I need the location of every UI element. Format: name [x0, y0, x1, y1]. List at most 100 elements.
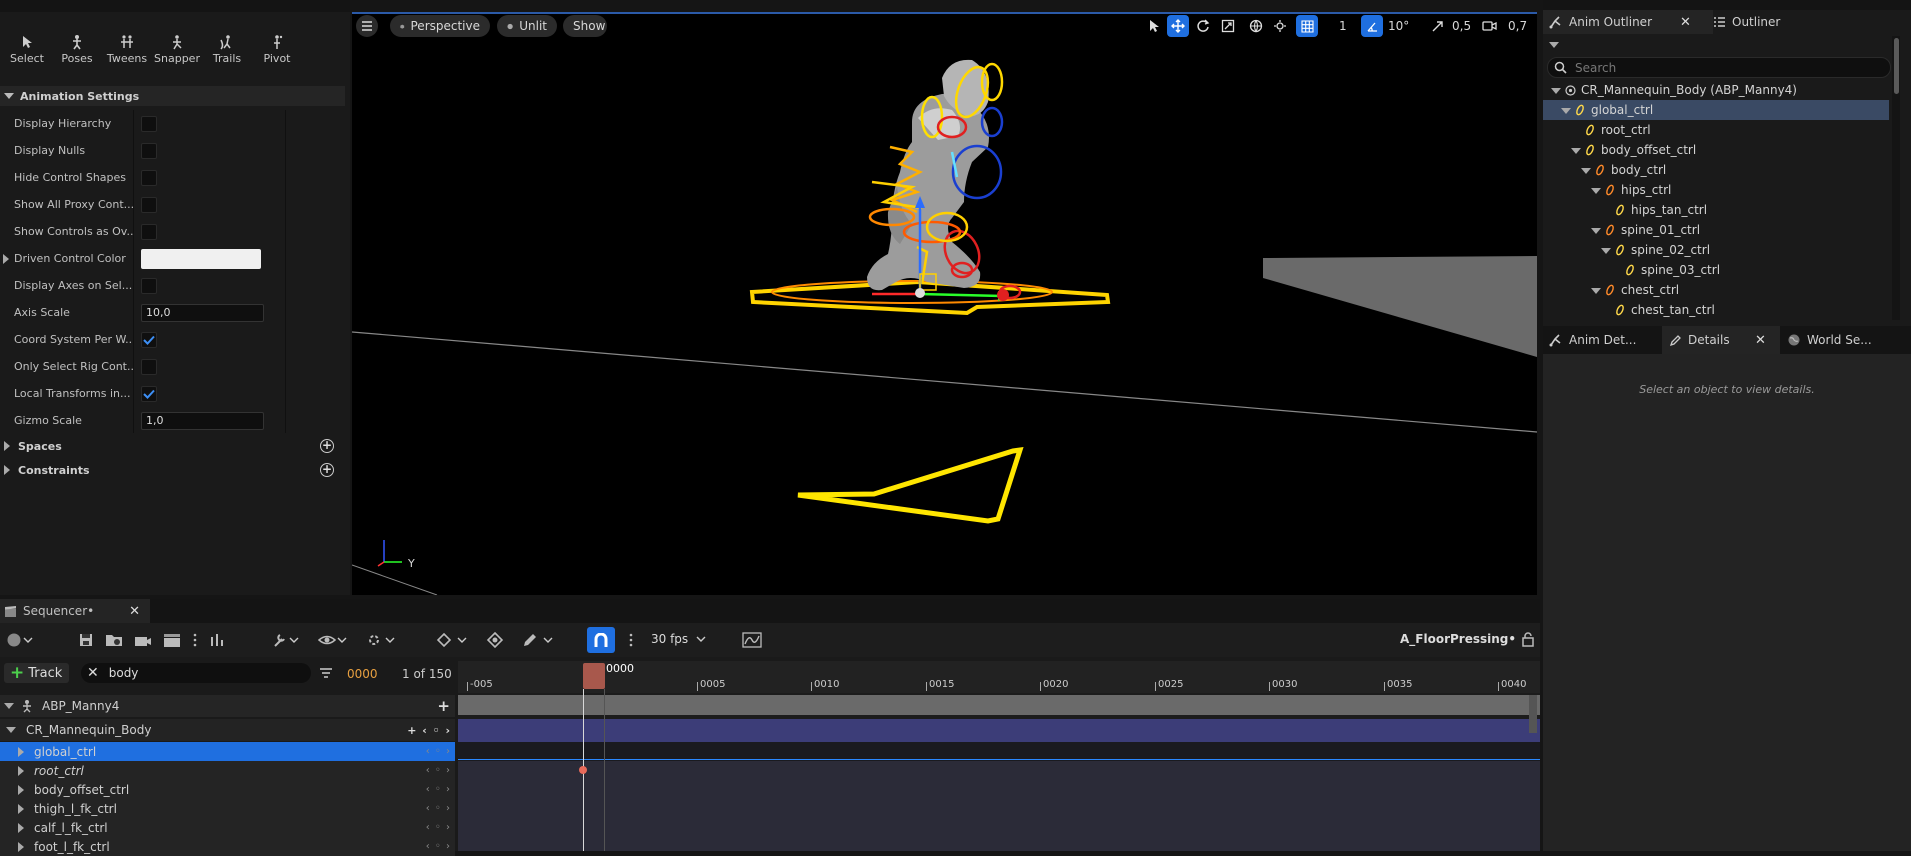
clear-filter-icon[interactable]: ✕: [87, 665, 99, 681]
setting-checkbox[interactable]: [141, 196, 157, 213]
add-track-button[interactable]: + Track: [4, 663, 69, 683]
outliner-item[interactable]: spine_03_ctrl: [1543, 260, 1889, 280]
track-row[interactable]: CR_Mannequin_Body + ‹ ◦ ›: [0, 719, 455, 741]
setting-checkbox[interactable]: [141, 115, 157, 132]
track-row[interactable]: ABP_Manny4 +: [0, 695, 455, 717]
track-row[interactable]: global_ctrl ‹ ◦ ›: [0, 742, 455, 761]
setting-checkbox[interactable]: [141, 358, 157, 375]
show-dropdown[interactable]: Show: [563, 15, 607, 37]
browse-folder-icon[interactable]: [105, 632, 123, 648]
add-space-button[interactable]: +: [320, 439, 334, 453]
track-row[interactable]: calf_l_fk_ctrl ‹ ◦ ›: [0, 818, 455, 837]
grid-snap-button[interactable]: [1296, 15, 1318, 37]
rig-section-bar[interactable]: [458, 719, 1540, 742]
outliner-item[interactable]: spine_01_ctrl: [1543, 220, 1889, 240]
expand-arrow-icon[interactable]: [18, 822, 24, 833]
lock-icon[interactable]: [1522, 632, 1534, 647]
track-row[interactable]: body_offset_ctrl ‹ ◦ ›: [0, 780, 455, 799]
clapboard-icon[interactable]: [163, 632, 181, 648]
expand-arrow-icon[interactable]: [4, 703, 14, 709]
key-diamond-icon[interactable]: [436, 632, 468, 648]
expand-toggle[interactable]: [1591, 183, 1605, 197]
visibility-eye-icon[interactable]: [318, 632, 348, 648]
add-to-track-button[interactable]: +: [437, 697, 451, 715]
expand-toggle[interactable]: [1571, 143, 1585, 157]
camera-speed-value[interactable]: 0,7: [1508, 19, 1527, 33]
setting-number-input[interactable]: 1,0: [141, 411, 264, 430]
close-anim-outliner-button[interactable]: ✕: [1680, 10, 1691, 34]
select-tool-button[interactable]: [1143, 15, 1165, 37]
playback-options-icon[interactable]: [209, 632, 227, 648]
pivot-mode-button[interactable]: Pivot: [252, 24, 302, 76]
expand-arrow-icon[interactable]: [18, 746, 24, 757]
expand-arrow-icon[interactable]: [3, 253, 9, 264]
setting-number-input[interactable]: 10,0: [141, 303, 264, 322]
expand-toggle[interactable]: [1591, 223, 1605, 237]
filter-dropdown-icon[interactable]: [1549, 42, 1559, 48]
expand-arrow-icon[interactable]: [18, 841, 24, 852]
current-frame-field[interactable]: 0000: [347, 667, 378, 681]
tab-anim-outliner[interactable]: Anim Outliner: [1549, 10, 1652, 34]
perspective-dropdown[interactable]: Perspective: [390, 15, 490, 37]
setting-checkbox[interactable]: [141, 277, 157, 294]
track-row[interactable]: root_ctrl ‹ ◦ ›: [0, 761, 455, 780]
scale-snap-button[interactable]: [1426, 15, 1448, 37]
expand-toggle[interactable]: [1581, 163, 1595, 177]
expand-arrow-icon[interactable]: [18, 765, 24, 776]
track-row[interactable]: foot_l_fk_ctrl ‹ ◦ ›: [0, 837, 455, 856]
key-filled-icon[interactable]: [486, 632, 504, 648]
snapper-mode-button[interactable]: Snapper: [152, 24, 202, 76]
add-constraint-button[interactable]: +: [320, 463, 334, 477]
tab-anim-details[interactable]: Anim Det...: [1549, 328, 1636, 352]
tab-world-settings[interactable]: World Se...: [1787, 328, 1872, 352]
animation-settings-header[interactable]: Animation Settings: [0, 86, 345, 106]
key-navigation-buttons[interactable]: ‹ ◦ ›: [426, 765, 451, 776]
rotation-snap-button[interactable]: [1361, 15, 1383, 37]
outliner-item[interactable]: chest_tan_ctrl: [1543, 300, 1889, 320]
outliner-search-input[interactable]: Search: [1547, 57, 1891, 78]
outliner-item[interactable]: body_offset_ctrl: [1543, 140, 1889, 160]
key-navigation-buttons[interactable]: ‹ ◦ ›: [426, 822, 451, 833]
level-viewport[interactable]: Y Perspective Unlit Show 1 10° 0,5 0,7: [352, 12, 1537, 595]
render-movie-icon[interactable]: [134, 632, 152, 648]
expand-toggle[interactable]: [1601, 243, 1615, 257]
expand-arrow-icon[interactable]: [6, 727, 16, 733]
expand-arrow-icon[interactable]: [18, 803, 24, 814]
surface-snap-button[interactable]: [1269, 15, 1291, 37]
outliner-item[interactable]: body_ctrl: [1543, 160, 1889, 180]
select-mode-button[interactable]: Select: [2, 24, 52, 76]
edit-pencil-icon[interactable]: [522, 632, 554, 648]
outliner-scrollbar-thumb[interactable]: [1893, 38, 1899, 94]
tab-outliner[interactable]: Outliner: [1713, 10, 1780, 34]
outliner-item[interactable]: root_ctrl: [1543, 120, 1889, 140]
trails-mode-button[interactable]: Trails: [202, 24, 252, 76]
close-details-button[interactable]: ✕: [1755, 328, 1766, 352]
curve-editor-icon[interactable]: [742, 632, 762, 648]
key-navigation-buttons[interactable]: ‹ ◦ ›: [426, 803, 451, 814]
snapping-toggle-button[interactable]: [587, 627, 615, 653]
timeline-scrollbar-thumb[interactable]: [1529, 695, 1537, 733]
expand-arrow-icon[interactable]: [18, 784, 24, 795]
poses-mode-button[interactable]: Poses: [52, 24, 102, 76]
add-to-track-button[interactable]: + ‹ ◦ ›: [407, 724, 451, 737]
setting-checkbox[interactable]: [141, 331, 157, 348]
wrench-tools-icon[interactable]: [272, 632, 300, 648]
scale-tool-button[interactable]: [1217, 15, 1239, 37]
spaces-section[interactable]: Spaces +: [0, 433, 345, 459]
track-filter-input[interactable]: ✕ body: [81, 663, 311, 683]
outliner-item[interactable]: global_ctrl: [1543, 100, 1889, 120]
scale-snap-value[interactable]: 0,5: [1452, 19, 1471, 33]
expand-toggle[interactable]: [1551, 83, 1565, 97]
outliner-item[interactable]: CR_Mannequin_Body (ABP_Manny4): [1543, 80, 1889, 100]
keyframe-marker[interactable]: [579, 766, 587, 774]
setting-checkbox[interactable]: [141, 169, 157, 186]
key-navigation-buttons[interactable]: ‹ ◦ ›: [426, 784, 451, 795]
setting-checkbox[interactable]: [141, 223, 157, 240]
key-navigation-buttons[interactable]: ‹ ◦ ›: [426, 746, 451, 757]
tweens-mode-button[interactable]: Tweens: [102, 24, 152, 76]
control-tracks-area[interactable]: [458, 761, 1540, 851]
playhead-handle[interactable]: [583, 663, 605, 689]
world-space-button[interactable]: [1245, 15, 1267, 37]
auto-key-icon[interactable]: [366, 632, 396, 648]
expand-toggle[interactable]: [1591, 283, 1605, 297]
